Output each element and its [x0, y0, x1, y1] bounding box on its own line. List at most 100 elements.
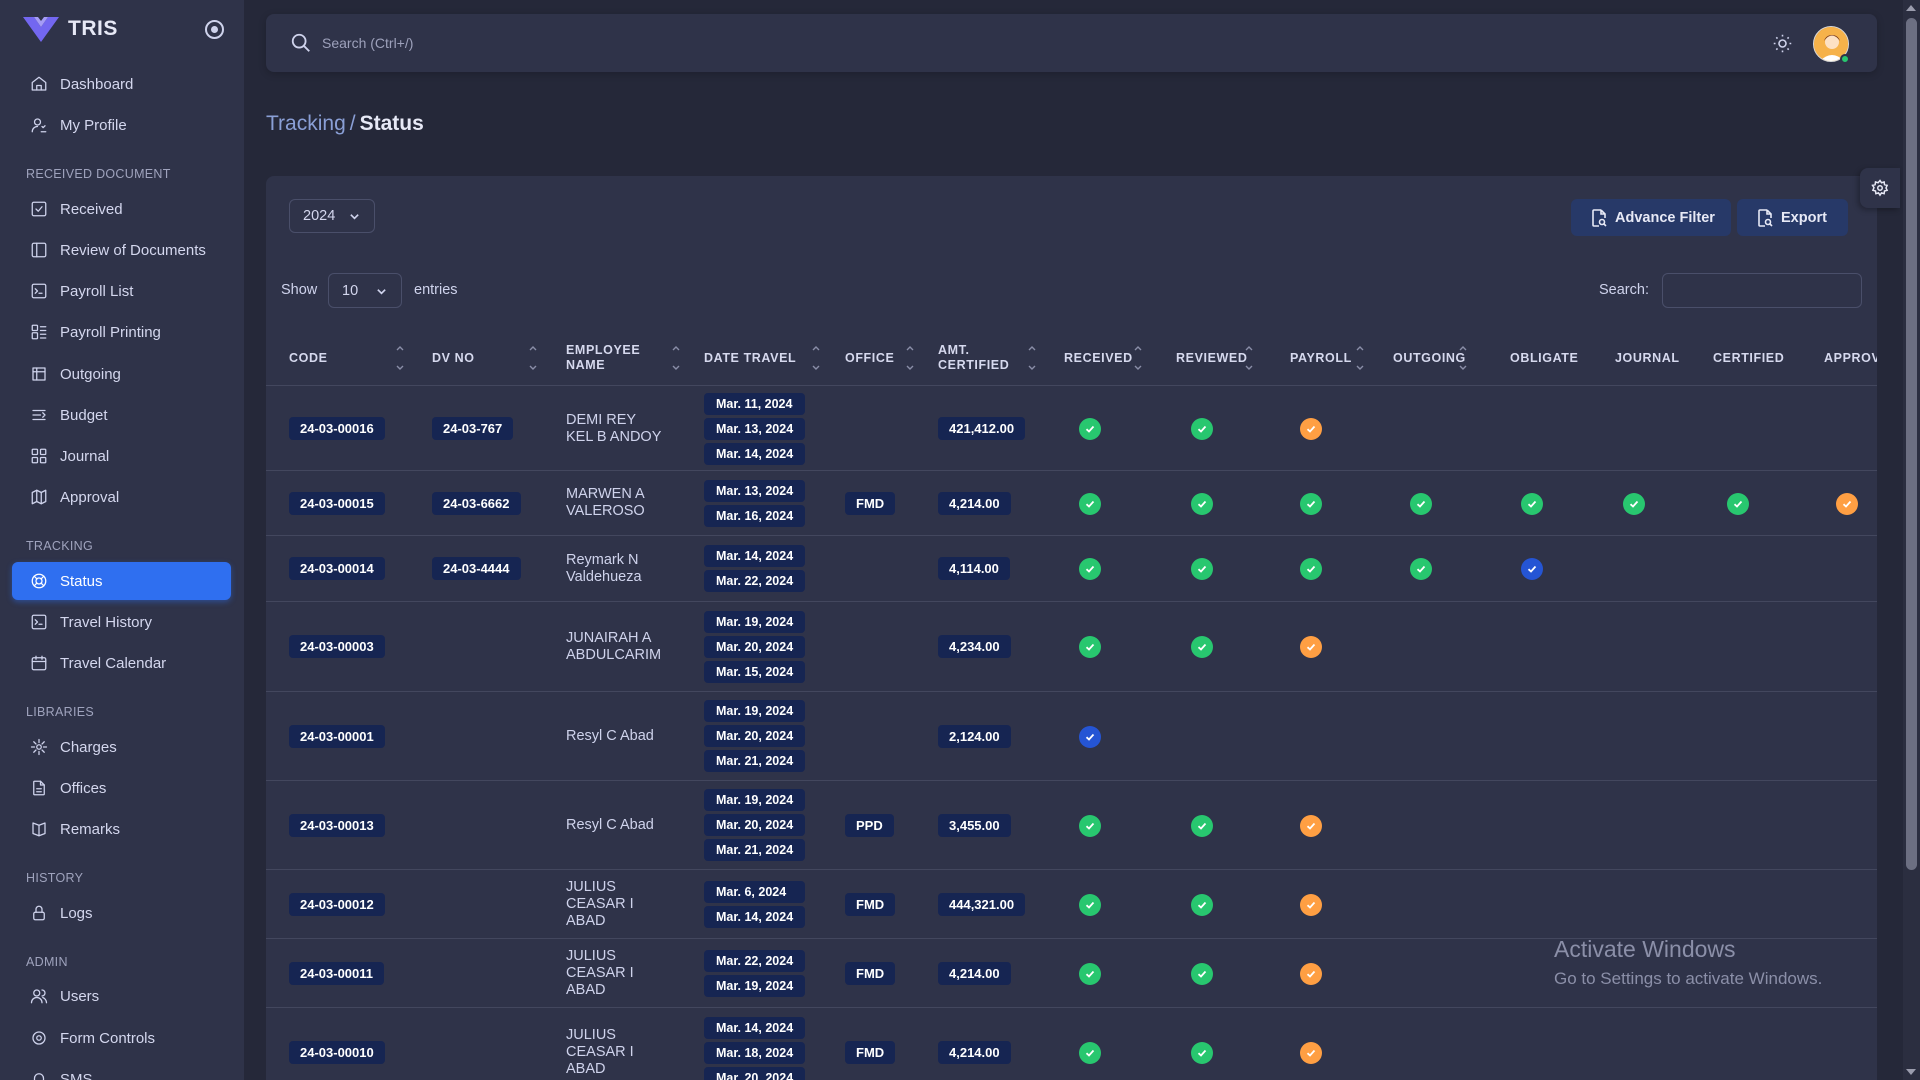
sidebar-item-travel-history[interactable]: Travel History	[12, 603, 231, 641]
code-cell[interactable]: 24-03-00010	[289, 1008, 385, 1080]
code-cell[interactable]: 24-03-00003	[289, 602, 385, 691]
file-icon	[33, 780, 45, 796]
code-cell[interactable]: 24-03-00011	[289, 939, 385, 1007]
global-search-input[interactable]: Search (Ctrl+/)	[322, 35, 413, 51]
status-check-green-icon	[1191, 814, 1213, 837]
sort-arrows-icon[interactable]	[1244, 344, 1254, 372]
code-cell[interactable]: 24-03-00001	[289, 692, 385, 780]
column-header-label: PAYROLL	[1290, 350, 1352, 365]
entries-select[interactable]: 10	[328, 273, 402, 308]
column-header-code[interactable]: CODE	[289, 330, 328, 386]
code-cell[interactable]: 24-03-00016	[289, 387, 385, 470]
column-header-outgoing[interactable]: OUTGOING	[1393, 330, 1466, 386]
sort-arrows-icon[interactable]	[1355, 344, 1365, 372]
sort-arrows-icon[interactable]	[528, 344, 538, 372]
outgoing-icon	[32, 367, 46, 381]
employee-name: MARWEN A VALEROSO	[566, 486, 645, 519]
travel-date-badge: Mar. 20, 2024	[704, 814, 806, 836]
sidebar-item-logs[interactable]: Logs	[12, 894, 231, 932]
employee-name: Reymark N Valdehueza	[566, 551, 642, 585]
sidebar-item-users[interactable]: Users	[12, 977, 231, 1015]
sidebar-item-payroll-printing[interactable]: Payroll Printing	[12, 313, 231, 351]
theme-toggle-sun-icon[interactable]	[1772, 33, 1793, 54]
sort-arrows-icon[interactable]	[1133, 344, 1143, 372]
sidebar-item-my-profile[interactable]: My Profile	[12, 106, 231, 144]
brand[interactable]: TRIS	[0, 0, 244, 58]
sidebar-item-budget[interactable]: Budget	[12, 396, 231, 434]
table-row[interactable]: 24-03-00010 JULIUS CEASAR I ABAD Mar. 14, 20…	[266, 1008, 1877, 1080]
sidebar-item-journal[interactable]: Journal	[12, 437, 231, 475]
scroll-up-arrow[interactable]	[1906, 5, 1916, 11]
travel-date-badge: Mar. 20, 2024	[704, 1066, 806, 1080]
sort-arrows-icon[interactable]	[1027, 344, 1037, 372]
sidebar-item-payroll-list[interactable]: Payroll List	[12, 272, 231, 310]
column-header-date-travel[interactable]: DATE TRAVEL	[704, 330, 796, 386]
sort-arrows-icon[interactable]	[671, 344, 681, 372]
table-row[interactable]: 24-03-00003 JUNAIRAH A ABDULCARIM Mar. 19, …	[266, 602, 1877, 692]
customizer-gear-button[interactable]	[1860, 168, 1900, 208]
advance-filter-button[interactable]: Advance Filter	[1571, 199, 1731, 236]
sidebar-item-sms[interactable]: SMS	[12, 1060, 231, 1080]
scroll-down-arrow[interactable]	[1906, 1069, 1916, 1075]
sidebar-item-status[interactable]: Status	[12, 562, 231, 600]
column-header-certified[interactable]: CERTIFIED	[1713, 330, 1784, 386]
table-row[interactable]: 24-03-00014 24-03-4444 Reymark N Valdehueza…	[266, 536, 1877, 602]
scrollbar-thumb[interactable]	[1906, 18, 1917, 870]
status-check-green-icon	[1410, 558, 1432, 580]
sort-arrows-icon[interactable]	[395, 344, 405, 372]
code-cell[interactable]: 24-03-00015	[289, 471, 385, 535]
column-header-amt-certified[interactable]: AMT. CERTIFIED	[938, 330, 1009, 386]
column-header-reviewed[interactable]: REVIEWED	[1176, 330, 1247, 386]
table-row[interactable]: 24-03-00013 Resyl C Abad Mar. 19, 2024 Mar.…	[266, 781, 1877, 870]
sidebar-item-approval[interactable]: Approval	[12, 478, 231, 516]
sidebar-item-outgoing[interactable]: Outgoing	[12, 355, 231, 393]
dv-no-badge: 24-03-4444	[432, 557, 521, 580]
breadcrumb-tracking[interactable]: Tracking	[266, 112, 346, 135]
amount-badge: 421,412.00	[938, 417, 1026, 440]
sidebar-item-label: Outgoing	[60, 365, 121, 383]
sidebar-item-travel-calendar[interactable]: Travel Calendar	[12, 644, 231, 682]
column-header-dv-no[interactable]: DV NO	[432, 330, 475, 386]
table-row[interactable]: 24-03-00015 24-03-6662 MARWEN A VALEROSO Mar…	[266, 471, 1877, 536]
column-header-employee-name[interactable]: EMPLOYEE NAME	[566, 330, 640, 386]
sidebar-item-offices[interactable]: Offices	[12, 769, 231, 807]
status-check-blue-icon	[1521, 558, 1543, 580]
lock-icon	[33, 905, 45, 921]
code-cell[interactable]: 24-03-00012	[289, 870, 385, 938]
column-header-journal[interactable]: JOURNAL	[1615, 330, 1680, 386]
sidebar-toggle-icon[interactable]	[205, 20, 224, 39]
sort-arrows-icon[interactable]	[1458, 344, 1468, 372]
year-select[interactable]: 2024	[289, 199, 375, 233]
dv-no-cell: 24-03-4444	[432, 536, 521, 601]
table-search-input[interactable]	[1662, 273, 1862, 308]
sidebar-item-review-of-documents[interactable]: Review of Documents	[12, 231, 231, 269]
column-header-payroll[interactable]: PAYROLL	[1290, 330, 1352, 386]
table-row[interactable]: 24-03-00012 JULIUS CEASAR I ABAD Mar. 6, 202…	[266, 870, 1877, 939]
table-row[interactable]: 24-03-00016 24-03-767 DEMI REY KEL B ANDOY M…	[266, 387, 1877, 471]
travel-date-badge: Mar. 22, 2024	[704, 949, 806, 972]
date-travel-cell: Mar. 19, 2024 Mar. 20, 2024 Mar. 21, 2024	[704, 692, 806, 780]
entries-label: entries	[414, 282, 458, 298]
sidebar-item-charges[interactable]: Charges	[12, 728, 231, 766]
column-header-received[interactable]: RECEIVED	[1064, 330, 1133, 386]
sidebar-item-remarks[interactable]: Remarks	[12, 810, 231, 848]
code-cell[interactable]: 24-03-00013	[289, 781, 385, 869]
code-cell[interactable]: 24-03-00014	[289, 536, 385, 601]
export-button[interactable]: Export	[1737, 199, 1848, 236]
sort-arrows-icon[interactable]	[905, 344, 915, 372]
sidebar-item-form-controls[interactable]: Form Controls	[12, 1019, 231, 1057]
travel-date-badge: Mar. 16, 2024	[704, 504, 806, 527]
column-header-office[interactable]: OFFICE	[845, 330, 894, 386]
column-header-label: DATE TRAVEL	[704, 350, 797, 365]
search-icon[interactable]	[290, 32, 312, 54]
office-badge: FMD	[845, 892, 896, 916]
column-header-obligate[interactable]: OBLIGATE	[1510, 330, 1578, 386]
table-row[interactable]: 24-03-00001 Resyl C Abad Mar. 19, 2024 Mar.…	[266, 692, 1877, 781]
sidebar-item-dashboard[interactable]: Dashboard	[12, 65, 231, 103]
column-header-approv[interactable]: APPROV	[1824, 330, 1877, 386]
sidebar-item-received[interactable]: Received	[12, 190, 231, 228]
sort-arrows-icon[interactable]	[811, 344, 821, 372]
date-travel-cell: Mar. 19, 2024 Mar. 20, 2024 Mar. 15, 2024	[704, 602, 806, 691]
page-scrollbar[interactable]	[1903, 0, 1920, 1080]
sidebar-item-label: Review of Documents	[60, 241, 206, 259]
